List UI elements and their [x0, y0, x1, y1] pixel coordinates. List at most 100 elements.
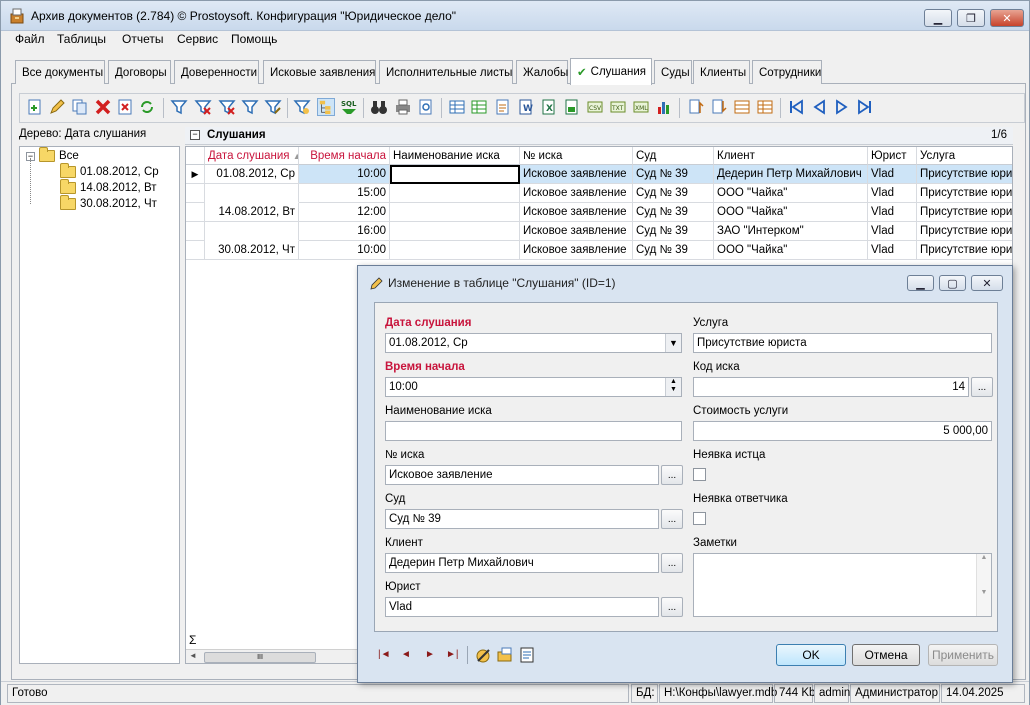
- tab-writs[interactable]: Исполнительные листы: [379, 60, 513, 84]
- suit-no-field[interactable]: Исковое заявление: [385, 465, 659, 485]
- cell-time[interactable]: 16:00: [299, 222, 390, 241]
- tree-item[interactable]: 14.08.2012, Вт: [60, 179, 157, 196]
- chevron-down-icon[interactable]: ▼: [665, 334, 681, 352]
- code-field[interactable]: 14: [693, 377, 969, 397]
- notes-scrollbar[interactable]: ▲ ▼: [976, 554, 991, 616]
- cost-field[interactable]: 5 000,00: [693, 421, 992, 441]
- cell-suit-no[interactable]: Исковое заявление: [520, 203, 633, 222]
- dialog-minimize-button[interactable]: ▁: [907, 275, 934, 291]
- client-browse-button[interactable]: ...: [661, 553, 683, 573]
- first-record-nav-icon[interactable]: |◄: [378, 649, 391, 660]
- apply-button[interactable]: Применить: [928, 644, 998, 666]
- column-header-client[interactable]: Клиент: [714, 147, 868, 165]
- row-indicator[interactable]: [186, 203, 205, 222]
- cell-time[interactable]: 12:00: [299, 203, 390, 222]
- scroll-thumb[interactable]: III: [204, 652, 316, 663]
- export-word-icon[interactable]: W: [517, 98, 535, 116]
- tab-clients[interactable]: Клиенты: [693, 60, 750, 84]
- last-record-icon[interactable]: [856, 98, 874, 116]
- lawyer-field[interactable]: Vlad: [385, 597, 659, 617]
- cell-date[interactable]: 01.08.2012, Ср: [205, 165, 299, 184]
- tab-contracts[interactable]: Договоры: [108, 60, 171, 84]
- tree-item[interactable]: 30.08.2012, Чт: [60, 195, 157, 212]
- cell-time[interactable]: 15:00: [299, 184, 390, 203]
- date-select[interactable]: 01.08.2012, Ср ▼: [385, 333, 682, 353]
- minimize-button[interactable]: ▁: [924, 9, 952, 27]
- tab-powers-of-attorney[interactable]: Доверенности: [174, 60, 259, 84]
- prev-record-nav-icon[interactable]: ◄: [401, 649, 411, 660]
- next-record-nav-icon[interactable]: ►: [425, 649, 435, 660]
- cell-client[interactable]: ЗАО "Интерком": [714, 222, 868, 241]
- cell-time[interactable]: 10:00: [299, 165, 390, 184]
- delete-record-icon[interactable]: [94, 98, 112, 116]
- export-xml-icon[interactable]: XML: [632, 98, 650, 116]
- suit-no-browse-button[interactable]: ...: [661, 465, 683, 485]
- lawyer-browse-button[interactable]: ...: [661, 597, 683, 617]
- row-indicator[interactable]: [186, 241, 205, 260]
- next-record-icon[interactable]: [833, 98, 851, 116]
- dialog-maximize-button[interactable]: ▢: [939, 275, 966, 291]
- export-grid-icon[interactable]: [470, 98, 488, 116]
- cell-suit-name[interactable]: [390, 222, 520, 241]
- plaintiff-absent-checkbox[interactable]: [693, 468, 706, 481]
- client-field[interactable]: Дедерин Петр Михайлович: [385, 553, 659, 573]
- column-header-time[interactable]: Время начала: [299, 147, 390, 165]
- spin-icon[interactable]: ▲ ▼: [665, 378, 681, 396]
- collapse-grid-icon[interactable]: −: [190, 130, 200, 140]
- cell-lawyer[interactable]: Vlad: [868, 222, 917, 241]
- cell-service[interactable]: Присутствие юриста: [917, 184, 1012, 203]
- first-record-icon[interactable]: [787, 98, 805, 116]
- tab-complaints[interactable]: Жалобы: [516, 60, 568, 84]
- export-excel-icon[interactable]: X: [540, 98, 558, 116]
- cell-suit-name[interactable]: [390, 184, 520, 203]
- cell-client[interactable]: ООО "Чайка": [714, 241, 868, 260]
- row-indicator[interactable]: [186, 222, 205, 241]
- attach-icon[interactable]: [474, 646, 492, 664]
- tab-courts[interactable]: Суды: [654, 60, 692, 84]
- cell-suit-no[interactable]: Исковое заявление: [520, 222, 633, 241]
- suit-name-field[interactable]: [385, 421, 682, 441]
- preview-icon[interactable]: [417, 98, 435, 116]
- export-table-icon[interactable]: [448, 98, 466, 116]
- row-indicator[interactable]: ▶: [186, 165, 205, 184]
- restore-button[interactable]: ❐: [957, 9, 985, 27]
- export-csv-icon[interactable]: CSV: [586, 98, 604, 116]
- filter-edit-icon[interactable]: [264, 98, 282, 116]
- cell-service[interactable]: Присутствие юриста: [917, 222, 1012, 241]
- cell-court[interactable]: Суд № 39: [633, 165, 714, 184]
- edit-record-icon[interactable]: [48, 98, 66, 116]
- menu-service[interactable]: Сервис: [177, 32, 218, 46]
- dialog-close-button[interactable]: ✕: [971, 275, 1003, 291]
- copy-record-icon[interactable]: [70, 98, 88, 116]
- tab-claims[interactable]: Исковые заявления: [263, 60, 376, 84]
- cell-date[interactable]: [205, 184, 299, 203]
- cell-suit-name[interactable]: [390, 203, 520, 222]
- cell-service[interactable]: Присутствие юриста: [917, 241, 1012, 260]
- column-header-lawyer[interactable]: Юрист: [868, 147, 917, 165]
- delete-all-icon[interactable]: [116, 98, 134, 116]
- tree-root[interactable]: − Все: [26, 147, 79, 164]
- cell-client[interactable]: ООО "Чайка": [714, 203, 868, 222]
- column-header-date[interactable]: Дата слушания ▲: [205, 147, 299, 165]
- last-record-nav-icon[interactable]: ►|: [446, 649, 459, 660]
- cell-court[interactable]: Суд № 39: [633, 184, 714, 203]
- cell-suit-name[interactable]: [390, 241, 520, 260]
- filter-clear-icon[interactable]: [194, 98, 212, 116]
- export-html-icon[interactable]: [494, 98, 512, 116]
- cell-lawyer[interactable]: Vlad: [868, 203, 917, 222]
- cell-date[interactable]: 30.08.2012, Чт: [205, 241, 299, 260]
- export-xls-icon[interactable]: [563, 98, 581, 116]
- binoculars-icon[interactable]: [370, 98, 388, 116]
- cell-date[interactable]: [205, 222, 299, 241]
- sort-desc-icon[interactable]: [710, 98, 728, 116]
- sort-icon[interactable]: [293, 98, 311, 116]
- cell-lawyer[interactable]: Vlad: [868, 184, 917, 203]
- defendant-absent-checkbox[interactable]: [693, 512, 706, 525]
- column-header-suit-no[interactable]: № иска: [520, 147, 633, 165]
- tree-view-icon[interactable]: [317, 98, 335, 116]
- cell-suit-name[interactable]: [390, 165, 520, 184]
- cell-court[interactable]: Суд № 39: [633, 222, 714, 241]
- columns-icon[interactable]: [733, 98, 751, 116]
- filter-remove-icon[interactable]: [218, 98, 236, 116]
- cell-service[interactable]: Присутствие юриста: [917, 165, 1012, 184]
